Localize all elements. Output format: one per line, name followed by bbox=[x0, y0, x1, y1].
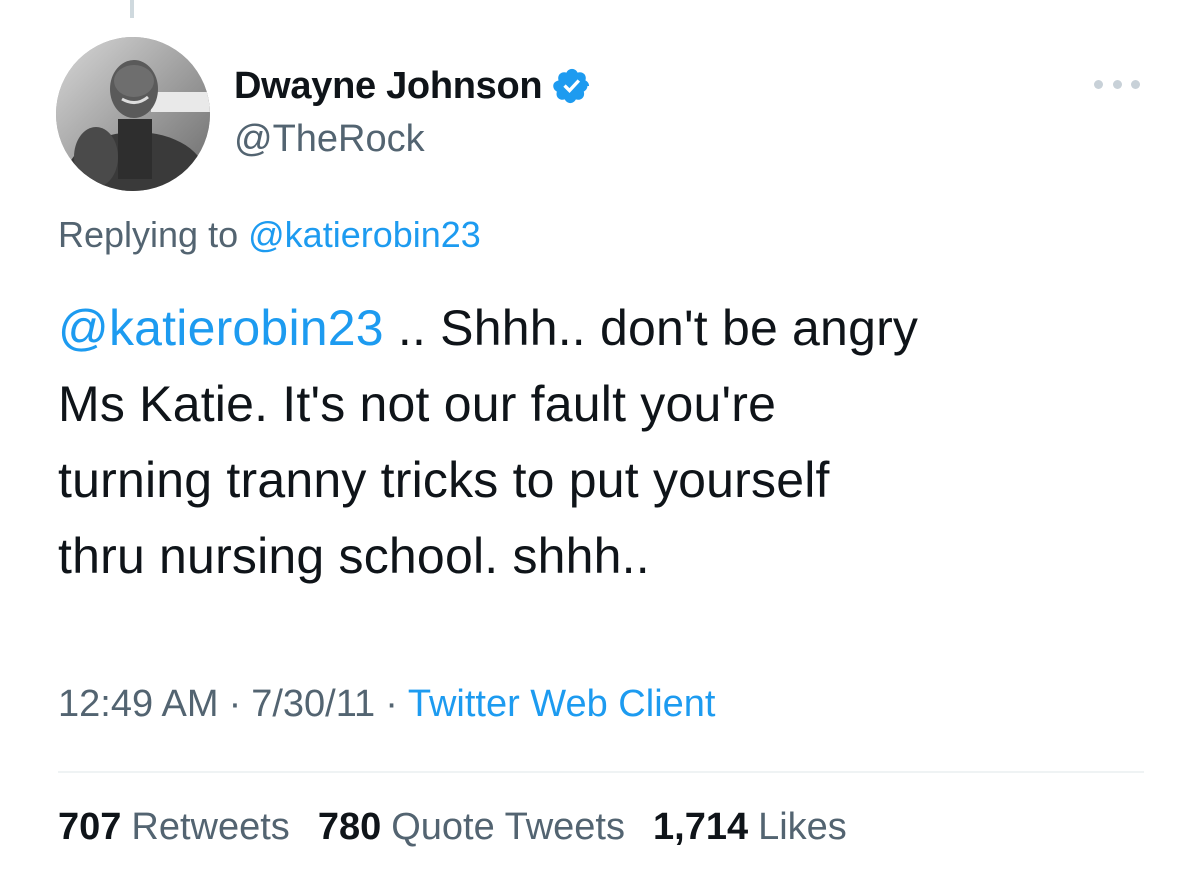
verified-badge-icon bbox=[552, 66, 592, 106]
replying-to-line: Replying to @katierobin23 bbox=[58, 214, 481, 256]
likes-stat[interactable]: 1,714 Likes bbox=[653, 806, 847, 849]
replying-to-mention[interactable]: @katierobin23 bbox=[248, 214, 481, 255]
tweet-mention-link[interactable]: @katierobin23 bbox=[58, 300, 384, 356]
tweet-date[interactable]: 7/30/11 bbox=[251, 683, 375, 725]
tweet-text-segment: .. Shhh.. don't be angry bbox=[383, 300, 919, 356]
tweet-source-link[interactable]: Twitter Web Client bbox=[408, 683, 716, 725]
thread-connector-line bbox=[130, 0, 134, 18]
replying-prefix: Replying to bbox=[58, 214, 239, 255]
user-handle[interactable]: @TheRock bbox=[234, 118, 425, 161]
likes-label: Likes bbox=[758, 806, 847, 848]
quote-tweets-count: 780 bbox=[317, 806, 382, 848]
tweet-text-line: thru nursing school. shhh.. bbox=[58, 528, 650, 584]
tweet-text-line: @katierobin23 .. Shhh.. don't be angry bbox=[58, 290, 1158, 366]
more-dot bbox=[1094, 79, 1103, 89]
retweets-count: 707 bbox=[58, 806, 122, 848]
tweet-metadata: 12:49 AM · 7/30/11 · Twitter Web Client bbox=[58, 683, 715, 726]
tweet-text-line: turning tranny tricks to put yourself bbox=[58, 452, 830, 508]
more-dot bbox=[1112, 79, 1122, 89]
avatar-photo bbox=[56, 37, 210, 191]
avatar[interactable] bbox=[56, 37, 210, 191]
quote-tweets-stat[interactable]: 780 Quote Tweets bbox=[318, 806, 625, 849]
likes-count: 1,714 bbox=[653, 806, 749, 848]
engagement-stats: 707 Retweets 780 Quote Tweets 1,714 Likes bbox=[58, 806, 875, 849]
retweets-stat[interactable]: 707 Retweets bbox=[58, 806, 290, 849]
tweet-time[interactable]: 12:49 AM bbox=[58, 683, 219, 725]
meta-separator: · bbox=[228, 683, 242, 725]
quote-tweets-label: Quote Tweets bbox=[391, 806, 625, 848]
author-name-row: Dwayne Johnson bbox=[234, 58, 592, 114]
display-name[interactable]: Dwayne Johnson bbox=[234, 65, 543, 108]
tweet-text: @katierobin23 .. Shhh.. don't be angry M… bbox=[58, 290, 1158, 594]
meta-separator: · bbox=[385, 683, 398, 725]
retweets-label: Retweets bbox=[131, 806, 290, 848]
more-options-icon[interactable] bbox=[1094, 64, 1140, 104]
more-dot bbox=[1131, 79, 1140, 89]
tweet-text-line: Ms Katie. It's not our fault you're bbox=[58, 376, 777, 432]
divider bbox=[58, 771, 1144, 773]
